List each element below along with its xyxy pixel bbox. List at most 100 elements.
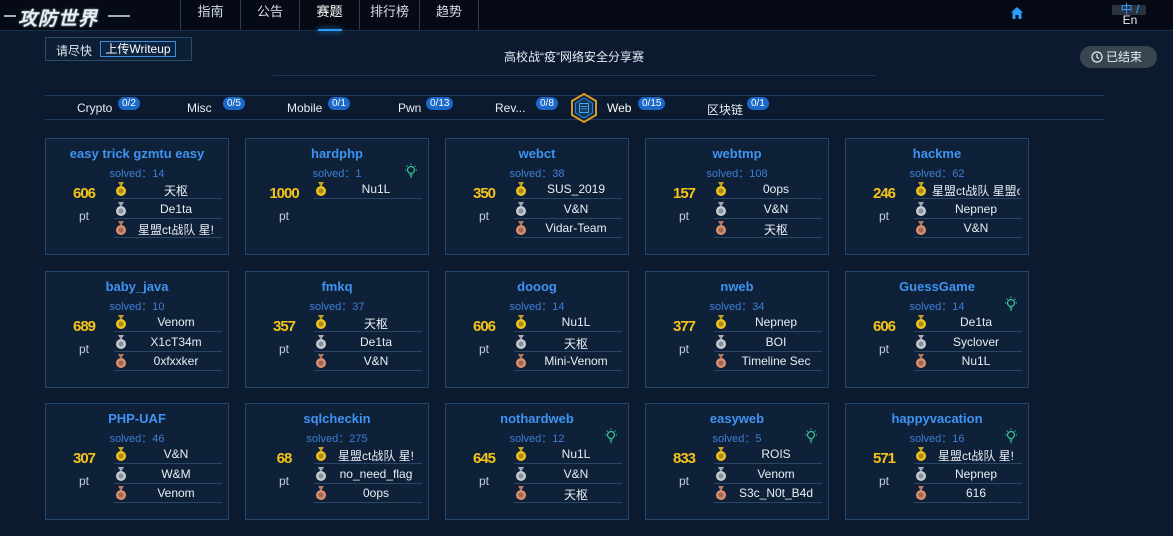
logo-line-right: [108, 15, 130, 17]
points-unit: pt: [678, 209, 689, 223]
team-name: Mini-Venom: [544, 354, 608, 368]
team-name: Nu1L: [561, 315, 591, 329]
gold-medal-icon: [916, 447, 926, 461]
bronze-medal-icon: [716, 354, 726, 368]
team-name: De1ta: [159, 202, 193, 216]
challenge-card[interactable]: baby_java solved：10 689 pt Venom X1cT34m 0xfxx…: [45, 271, 229, 388]
team-name: Nu1L: [961, 354, 991, 368]
rank-row-1: SUS_2019: [514, 180, 622, 199]
challenge-card[interactable]: dooog solved：14 606 pt Nu1L 天枢 Mini-Venom: [445, 271, 629, 388]
rank-row-2: BOI: [714, 333, 822, 352]
gold-medal-icon: [516, 182, 526, 196]
tab-count-badge: 0/5: [223, 97, 245, 110]
nav-challenges[interactable]: 赛题: [299, 0, 359, 31]
rank-row-1: 星盟ct战队 星!: [314, 445, 422, 464]
top-nav-bar: 攻防世界 指南 公告 赛题 排行榜 趋势 中 / En: [0, 0, 1173, 31]
solved-count: solved：108: [706, 168, 768, 180]
logo-line-left: [4, 15, 16, 17]
rank-row-2: V&N: [714, 200, 822, 219]
rank-row-1: Nu1L: [514, 445, 622, 464]
rank-row-1: 天枢: [114, 180, 222, 199]
challenge-card[interactable]: hackme solved：62 246 pt 星盟ct战队 星盟ct Nepnep V&N: [845, 138, 1029, 255]
challenge-card[interactable]: nweb solved：34 377 pt Nepnep BOI Timeline Sec: [645, 271, 829, 388]
challenge-points: 606: [472, 318, 496, 335]
language-switcher[interactable]: 中 / En: [1113, 3, 1147, 26]
rank-row-3: Vidar-Team: [514, 219, 622, 238]
team-name: 天枢: [563, 488, 588, 502]
team-name: S3c_N0t_B4d: [738, 486, 814, 500]
solved-count: solved：275: [306, 433, 368, 445]
challenge-points: 350: [472, 185, 496, 202]
silver-medal-icon: [516, 202, 526, 216]
title-divider: [273, 75, 875, 76]
tab-count-badge: 0/1: [328, 97, 350, 110]
challenge-points: 689: [72, 318, 96, 335]
challenge-points: 571: [872, 450, 896, 467]
challenge-name: hardphp: [311, 146, 363, 161]
nav-trends[interactable]: 趋势: [419, 0, 479, 30]
bronze-medal-icon: [116, 221, 126, 235]
rank-row-3: V&N: [914, 219, 1022, 238]
challenge-card[interactable]: easy trick gzmtu easy solved：14 606 pt 天枢 De1…: [45, 138, 229, 255]
team-name: 星盟ct战队 星盟ct: [932, 184, 1020, 198]
bronze-medal-icon: [316, 486, 326, 500]
challenge-card[interactable]: fmkq solved：37 357 pt 天枢 De1ta V&N: [245, 271, 429, 388]
challenge-card[interactable]: happyvacation solved：16 571 pt 星盟ct战队 星! Nepn…: [845, 403, 1029, 520]
solved-count: solved：46: [109, 433, 165, 445]
team-name: De1ta: [359, 335, 393, 349]
challenge-card[interactable]: easyweb solved：5 833 pt ROIS Venom S3c_N0t_B4d: [645, 403, 829, 520]
lang-en[interactable]: En: [1113, 14, 1147, 26]
silver-medal-icon: [116, 335, 126, 349]
challenge-card[interactable]: PHP-UAF solved：46 307 pt V&N W&M Venom: [45, 403, 229, 520]
challenge-points: 645: [472, 450, 496, 467]
nav-guide[interactable]: 指南: [180, 0, 240, 30]
challenge-card[interactable]: hardphp solved：1 1000 pt Nu1L: [245, 138, 429, 255]
bronze-medal-icon: [116, 486, 126, 500]
gold-medal-icon: [316, 315, 326, 329]
tab-label: Misc: [187, 101, 212, 115]
solved-count: solved：1: [312, 168, 362, 180]
site-logo[interactable]: 攻防世界: [4, 2, 132, 30]
team-name: Nu1L: [561, 447, 591, 461]
nav-announcements[interactable]: 公告: [240, 0, 299, 30]
bronze-medal-icon: [316, 354, 326, 368]
team-name: 天枢: [563, 337, 588, 351]
solved-count: solved：34: [709, 301, 765, 313]
competition-title: 高校战“疫”网络安全分享赛: [504, 50, 644, 64]
home-icon[interactable]: [1010, 6, 1024, 20]
points-unit: pt: [278, 474, 289, 488]
challenge-name: easy trick gzmtu easy: [69, 146, 205, 161]
points-unit: pt: [678, 474, 689, 488]
silver-medal-icon: [116, 202, 126, 216]
rank-row-3: V&N: [314, 352, 422, 371]
nav-leaderboard[interactable]: 排行榜: [359, 0, 419, 30]
challenge-card[interactable]: nothardweb solved：12 645 pt Nu1L V&N 天枢: [445, 403, 629, 520]
challenge-card[interactable]: sqlcheckin solved：275 68 pt 星盟ct战队 星! no_need…: [245, 403, 429, 520]
challenge-points: 307: [72, 450, 96, 467]
lightbulb-icon: [605, 428, 617, 443]
team-name: Venom: [157, 315, 195, 329]
rank-row-2: De1ta: [314, 333, 422, 352]
challenge-card[interactable]: GuessGame solved：14 606 pt De1ta Syclover Nu1L: [845, 271, 1029, 388]
challenge-points: 833: [672, 450, 696, 467]
solved-count: solved：16: [909, 433, 965, 445]
team-name: 0ops: [362, 486, 390, 500]
team-name: V&N: [563, 467, 589, 481]
rank-row-1: 0ops: [714, 180, 822, 199]
team-name: 0xfxxker: [153, 354, 199, 368]
tab-label: Pwn: [398, 101, 422, 115]
challenge-card[interactable]: webct solved：38 350 pt SUS_2019 V&N Vidar-Team: [445, 138, 629, 255]
team-name: 616: [965, 486, 987, 500]
status-badge: 已结束: [1080, 46, 1157, 68]
team-name: X1cT34m: [150, 335, 202, 349]
team-name: 星盟ct战队 星!: [337, 449, 414, 463]
rank-row-1: Nepnep: [714, 313, 822, 332]
challenge-card[interactable]: webtmp solved：108 157 pt 0ops V&N 天枢: [645, 138, 829, 255]
bronze-medal-icon: [516, 486, 526, 500]
team-name: V&N: [363, 354, 389, 368]
tab-count-badge: 0/2: [118, 97, 140, 110]
team-name: SUS_2019: [546, 182, 606, 196]
rank-row-2: 天枢: [514, 333, 622, 352]
rank-row-1: Venom: [114, 313, 222, 332]
silver-medal-icon: [916, 335, 926, 349]
